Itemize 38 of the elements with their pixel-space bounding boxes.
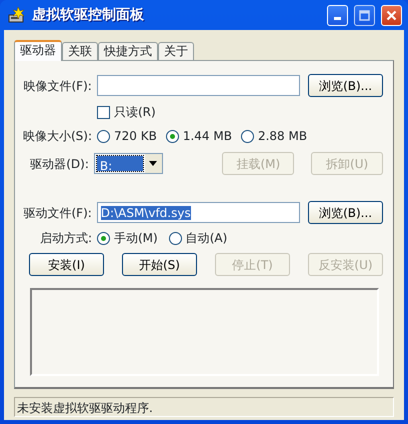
- tab[interactable]: 关于: [158, 42, 194, 60]
- browse-button[interactable]: 浏览(B)...: [308, 201, 383, 224]
- radio-button[interactable]: [166, 130, 179, 142]
- radio-button[interactable]: [168, 232, 182, 244]
- maximize-icon: [359, 10, 370, 20]
- radio-button[interactable]: [97, 232, 110, 244]
- field-label: 映像文件(F):: [22, 78, 92, 94]
- minimize-icon: [334, 17, 341, 20]
- radio-label: 1.44 MB: [182, 128, 232, 145]
- status-bar: 未安装虚拟软驱驱动程序.: [14, 397, 394, 417]
- tab[interactable]: 驱动器: [14, 40, 62, 61]
- radio-label: 720 KB: [114, 128, 157, 145]
- field-label: 驱动文件(F):: [22, 204, 92, 222]
- radio-button[interactable]: [97, 130, 110, 142]
- close-icon: [386, 10, 397, 20]
- tab[interactable]: 快捷方式: [98, 42, 158, 60]
- image-file-field[interactable]: [96, 75, 300, 96]
- radio-label: 2.88 MB: [258, 128, 308, 145]
- field-label: 启动方式:: [38, 230, 92, 247]
- minimize-button[interactable]: [327, 4, 348, 26]
- radio-label: 手动(M): [114, 230, 158, 247]
- field-label: 映像大小(S):: [22, 128, 92, 145]
- checkbox-label: 只读(R): [114, 104, 156, 121]
- caret-icon: [149, 161, 158, 166]
- field-label: 驱动器(D):: [29, 156, 89, 172]
- action-button[interactable]: 安装(I): [29, 253, 104, 276]
- driver-file-field[interactable]: D:\ASM\vfd.sys: [96, 202, 300, 223]
- close-button[interactable]: [381, 4, 402, 26]
- app-icon: [8, 6, 26, 24]
- action-button[interactable]: 开始(S): [122, 253, 197, 276]
- maximize-button[interactable]: [354, 4, 375, 26]
- checkbox[interactable]: [97, 106, 110, 118]
- browse-button[interactable]: 浏览(B)...: [308, 74, 383, 97]
- radio-button[interactable]: [240, 130, 254, 142]
- radio-label: 自动(A): [186, 230, 228, 247]
- drive-dropdown[interactable]: B:: [94, 153, 163, 174]
- tab[interactable]: 关联: [62, 42, 98, 60]
- window-title: 虚拟软驱控制面板: [32, 6, 145, 24]
